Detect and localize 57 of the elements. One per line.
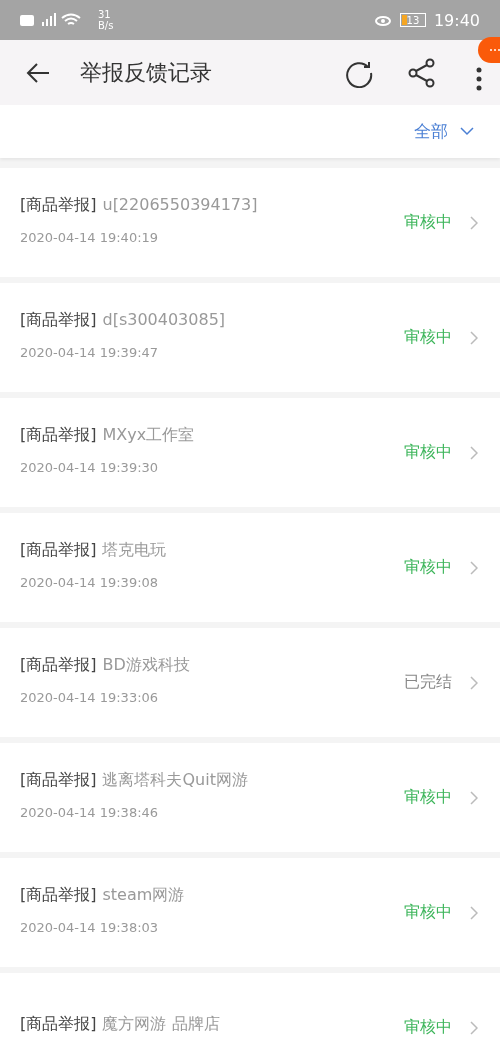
record-status: 审核中	[404, 442, 452, 463]
record-status: 审核中	[404, 1017, 452, 1038]
record-name: 逃离塔科夫Quit网游	[102, 769, 248, 791]
record-name: 塔克电玩	[102, 539, 167, 561]
record-tag: [商品举报]	[20, 309, 97, 331]
back-icon[interactable]	[26, 62, 50, 83]
record-time: 2020-04-14 19:33:06	[20, 689, 160, 705]
record-tag: [商品举报]	[20, 424, 97, 446]
battery-icon: 13	[399, 13, 426, 27]
speed-unit: B/s	[98, 20, 114, 31]
record-card[interactable]: [商品举报] u[2206550394173] 2020-04-14 19:40:19 审核中	[0, 168, 500, 277]
record-card[interactable]: [商品举报] 魔方网游 品牌店 审核中	[0, 973, 500, 1039]
record-name: 魔方网游 品牌店	[102, 1014, 220, 1035]
record-card[interactable]: [商品举报] 塔克电玩 2020-04-14 19:39:08 审核中	[0, 513, 500, 622]
record-time: 2020-04-14 19:39:47	[20, 344, 160, 360]
record-time: 2020-04-14 19:39:08	[20, 574, 160, 590]
chevron-right-icon	[470, 215, 478, 230]
record-status: 审核中	[404, 787, 452, 808]
clock: 19:40	[433, 10, 480, 30]
record-card[interactable]: [商品举报] 逃离塔科夫Quit网游 2020-04-14 19:38:46 审核中	[0, 743, 500, 852]
record-name: steam网游	[102, 884, 185, 906]
record-name: d[s300403085]	[102, 309, 226, 331]
record-card[interactable]: [商品举报] MXyx工作室 2020-04-14 19:39:30 审核中	[0, 398, 500, 507]
record-status: 审核中	[404, 327, 452, 348]
record-tag: [商品举报]	[20, 884, 97, 906]
chevron-right-icon	[470, 1020, 478, 1035]
record-status: 审核中	[404, 557, 452, 578]
network-speed: 31	[98, 9, 112, 20]
record-tag: [商品举报]	[20, 194, 97, 216]
record-tag: [商品举报]	[20, 1014, 97, 1035]
record-name: MXyx工作室	[102, 424, 195, 446]
record-time: 2020-04-14 19:38:03	[20, 919, 160, 935]
record-tag: [商品举报]	[20, 769, 97, 791]
record-time: 2020-04-14 19:40:19	[20, 229, 160, 245]
chevron-right-icon	[470, 445, 478, 460]
record-time: 2020-04-14 19:38:46	[20, 804, 160, 820]
share-icon[interactable]	[408, 57, 436, 88]
record-tag: [商品举报]	[20, 654, 97, 676]
record-card[interactable]: [商品举报] steam网游 2020-04-14 19:38:03 审核中	[0, 858, 500, 967]
record-status: 审核中	[404, 212, 452, 233]
chevron-right-icon	[470, 790, 478, 805]
record-time: 2020-04-14 19:39:30	[20, 459, 160, 475]
record-status: 审核中	[404, 902, 452, 923]
chevron-right-icon	[470, 560, 478, 575]
record-name: u[2206550394173]	[102, 194, 258, 216]
record-card[interactable]: [商品举报] BD游戏科技 2020-04-14 19:33:06 已完结	[0, 628, 500, 737]
record-name: BD游戏科技	[102, 654, 190, 676]
page-title: 举报反馈记录	[80, 58, 213, 87]
record-status: 已完结	[404, 672, 452, 693]
filter-dropdown[interactable]: 全部	[414, 120, 474, 143]
record-tag: [商品举报]	[20, 539, 97, 561]
chevron-right-icon	[470, 905, 478, 920]
eye-icon	[373, 13, 392, 27]
chevron-right-icon	[470, 330, 478, 345]
record-card[interactable]: [商品举报] d[s300403085] 2020-04-14 19:39:47 审核中	[0, 283, 500, 392]
chevron-down-icon	[460, 127, 474, 136]
chevron-right-icon	[470, 675, 478, 690]
